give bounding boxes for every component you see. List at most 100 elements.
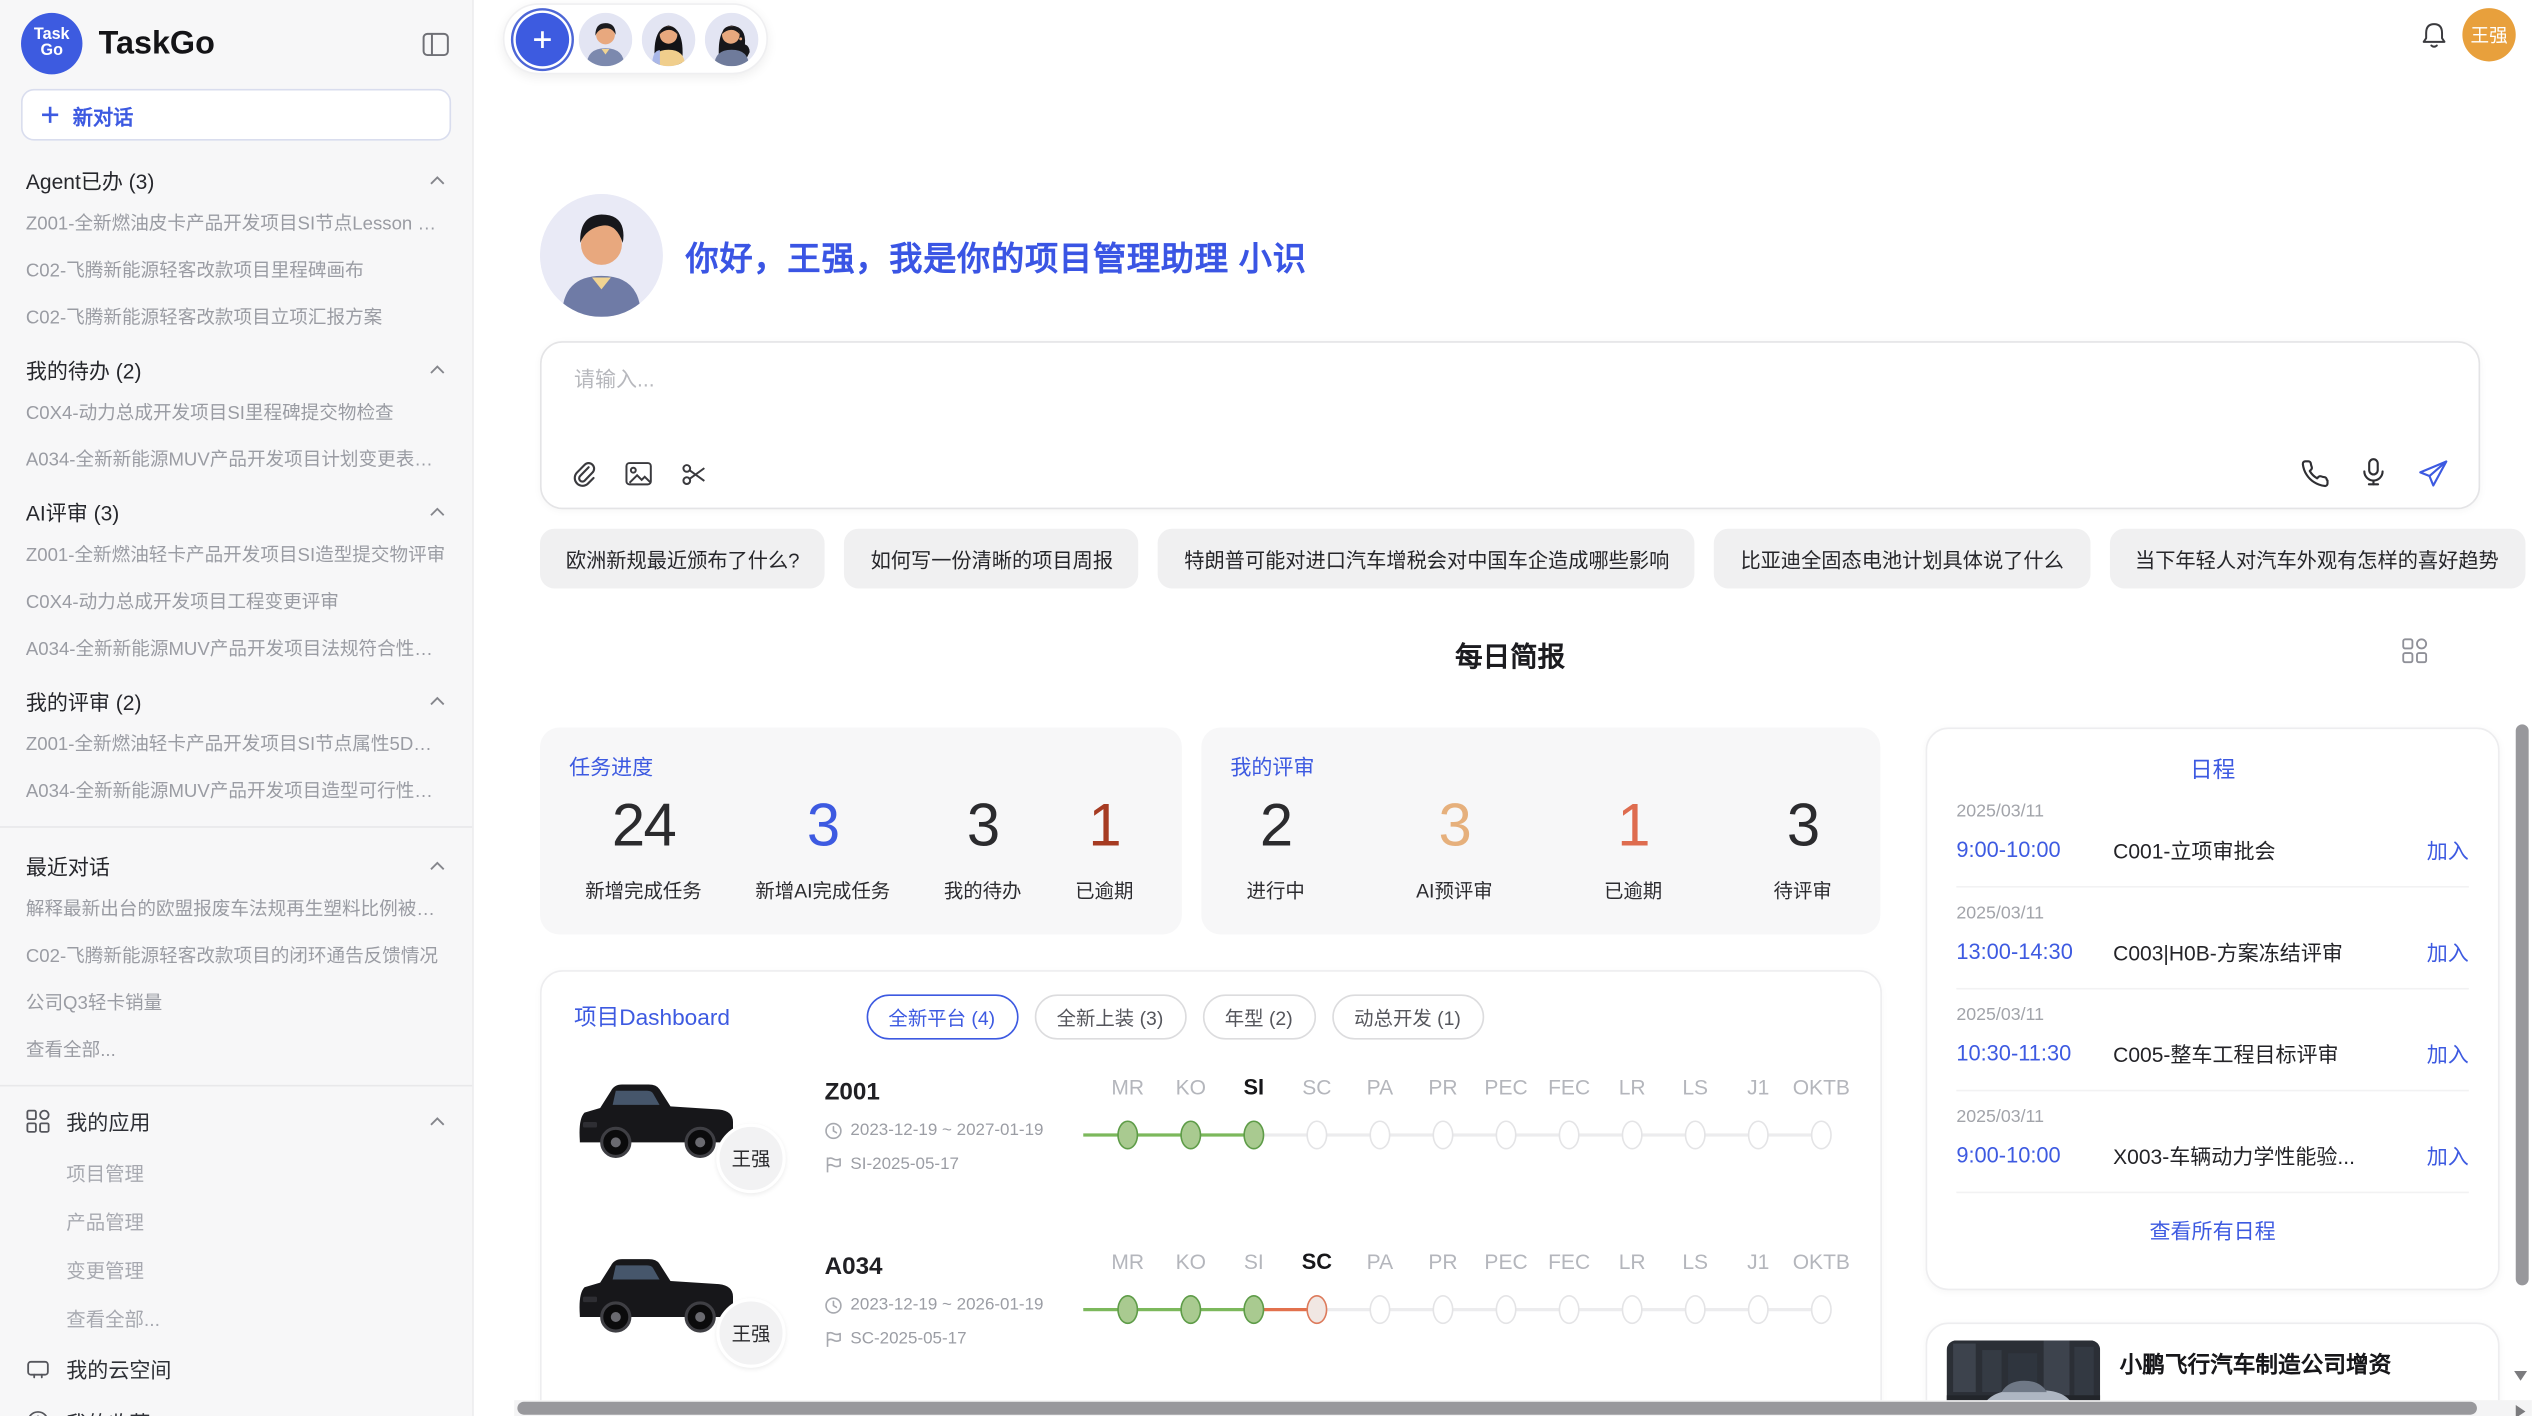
project-info: A0342023-12-19 ~ 2026-01-19SC-2025-05-17	[825, 1240, 1097, 1389]
milestone-node[interactable]	[1180, 1295, 1201, 1324]
suggestion-chip[interactable]: 特朗普可能对进口汽车增税会对中国车企造成哪些影响	[1158, 529, 1695, 589]
app-sub-item[interactable]: 产品管理	[0, 1196, 472, 1245]
sidebar-item[interactable]: A034-全新新能源MUV产品开发项目造型可行性评审	[0, 766, 472, 813]
apps-view-all-link[interactable]: 查看全部...	[0, 1293, 472, 1342]
user-avatar[interactable]: 王强	[2462, 8, 2515, 61]
milestone-node[interactable]	[1559, 1120, 1580, 1149]
stat-label: AI预评审	[1416, 876, 1493, 903]
sidebar-section-label[interactable]: Agent已办 (3)	[0, 150, 472, 199]
sidebar-recent: 最近对话解释最新出台的欧盟报废车法规再生塑料比例被调至15%...C02-飞腾新…	[0, 836, 472, 1072]
milestone-node[interactable]	[1748, 1295, 1769, 1324]
sidebar-section-label[interactable]: 我的评审 (2)	[0, 671, 472, 720]
scroll-right-arrow[interactable]	[2516, 1404, 2526, 1416]
milestone-node[interactable]	[1559, 1295, 1580, 1324]
milestone-node[interactable]	[1117, 1295, 1138, 1324]
sidebar-item[interactable]: C02-飞腾新能源轻客改款项目立项汇报方案	[0, 293, 472, 340]
sidebar-section-label[interactable]: AI评审 (3)	[0, 482, 472, 531]
sidebar-item-cloud-space[interactable]: 我的云空间	[0, 1342, 472, 1395]
sidebar-item[interactable]: A034-全新新能源MUV产品开发项目法规符合性评审	[0, 624, 472, 671]
dashboard-filter-tab[interactable]: 全新平台 (4)	[866, 994, 1018, 1039]
sidebar-section-label[interactable]: 我的待办 (2)	[0, 340, 472, 389]
sidebar-item[interactable]: C0X4-动力总成开发项目SI里程碑提交物检查	[0, 388, 472, 435]
milestone-node[interactable]	[1811, 1120, 1832, 1149]
milestone-node[interactable]	[1369, 1295, 1390, 1324]
project-flag: SI-2025-05-17	[825, 1154, 1097, 1173]
sidebar-item-my-apps[interactable]: 我的应用	[0, 1095, 472, 1148]
sidebar-item[interactable]: C02-飞腾新能源轻客改款项目里程碑画布	[0, 246, 472, 293]
milestone-node[interactable]	[1685, 1295, 1706, 1324]
suggestion-chip[interactable]: 欧洲新规最近颁布了什么?	[540, 529, 825, 589]
milestone-node[interactable]	[1432, 1295, 1453, 1324]
horizontal-scrollbar-thumb[interactable]	[517, 1402, 2477, 1415]
section-label-text: AI评审 (3)	[26, 496, 119, 527]
milestone: PR	[1411, 1072, 1474, 1150]
dashboard-filter-tab[interactable]: 年型 (2)	[1202, 994, 1315, 1039]
milestone-label: LS	[1664, 1072, 1727, 1104]
milestone-node[interactable]	[1306, 1120, 1327, 1149]
assistant-avatar-3[interactable]	[705, 12, 758, 65]
milestone-node[interactable]	[1496, 1120, 1517, 1149]
schedule-join-link[interactable]: 加入	[2427, 1140, 2469, 1171]
sidebar-collapse-icon[interactable]	[419, 28, 453, 59]
sidebar-item[interactable]: Z001-全新燃油轻卡产品开发项目SI造型提交物评审	[0, 530, 472, 577]
milestone-node[interactable]	[1811, 1295, 1832, 1324]
briefing-layout-icon[interactable]	[2401, 637, 2428, 664]
milestone-node[interactable]	[1243, 1120, 1264, 1149]
dashboard-filter-tab[interactable]: 全新上装 (3)	[1034, 994, 1186, 1039]
recent-chat-item[interactable]: 解释最新出台的欧盟报废车法规再生塑料比例被调至15%...	[0, 884, 472, 931]
schedule-item-main: 13:00-14:30C003|H0B-方案冻结评审加入	[1956, 936, 2469, 967]
vertical-scrollbar-thumb[interactable]	[2516, 724, 2529, 1285]
sidebar-item[interactable]: A034-全新新能源MUV产品开发项目计划变更表编写	[0, 435, 472, 482]
milestone-node[interactable]	[1117, 1120, 1138, 1149]
sidebar-recent-label[interactable]: 最近对话	[0, 836, 472, 885]
schedule-join-link[interactable]: 加入	[2427, 1038, 2469, 1069]
sidebar-item[interactable]: Z001-全新燃油皮卡产品开发项目SI节点Lesson Learn报告	[0, 199, 472, 246]
milestone-node[interactable]	[1685, 1120, 1706, 1149]
suggestion-chip[interactable]: 当下年轻人对汽车外观有怎样的喜好趋势	[2109, 529, 2525, 589]
milestone-node[interactable]	[1243, 1295, 1264, 1324]
dashboard-filter-tab[interactable]: 动总开发 (1)	[1332, 994, 1484, 1039]
project-code: A034	[825, 1253, 1097, 1280]
app-sub-item[interactable]: 项目管理	[0, 1148, 472, 1197]
milestone-node[interactable]	[1180, 1120, 1201, 1149]
chat-input[interactable]	[571, 365, 2450, 392]
view-all-schedule-link[interactable]: 查看所有日程	[1956, 1214, 2469, 1245]
new-chat-button[interactable]: 新对话	[21, 89, 451, 141]
assistant-avatar-2[interactable]	[642, 12, 695, 65]
milestone-node[interactable]	[1496, 1295, 1517, 1324]
chevron-up-icon	[428, 695, 446, 706]
milestone-label: KO	[1159, 1072, 1222, 1104]
scroll-down-arrow[interactable]	[2514, 1371, 2527, 1381]
milestone-node[interactable]	[1306, 1295, 1327, 1324]
sidebar-sections: Agent已办 (3)Z001-全新燃油皮卡产品开发项目SI节点Lesson L…	[0, 150, 472, 813]
send-icon[interactable]	[2417, 458, 2449, 487]
horizontal-scrollbar[interactable]	[514, 1400, 2532, 1416]
milestone-node[interactable]	[1369, 1120, 1390, 1149]
image-icon[interactable]	[624, 461, 653, 487]
milestone-node[interactable]	[1622, 1120, 1643, 1149]
milestone-node[interactable]	[1622, 1295, 1643, 1324]
milestone-node[interactable]	[1748, 1120, 1769, 1149]
recent-view-all-link[interactable]: 查看全部...	[0, 1025, 472, 1072]
add-assistant-button[interactable]	[516, 12, 569, 65]
milestone-node[interactable]	[1432, 1120, 1453, 1149]
recent-chat-item[interactable]: C02-飞腾新能源轻客改款项目的闭环通告反馈情况	[0, 931, 472, 978]
sidebar-item[interactable]: C0X4-动力总成开发项目工程变更评审	[0, 577, 472, 624]
assistant-avatar-1[interactable]	[579, 12, 632, 65]
suggestion-chip[interactable]: 如何写一份清晰的项目周报	[845, 529, 1139, 589]
milestone: LS	[1664, 1247, 1727, 1325]
chevron-up-icon	[428, 506, 446, 517]
scissors-icon[interactable]	[681, 460, 708, 487]
phone-icon[interactable]	[2301, 458, 2330, 487]
paperclip-icon[interactable]	[569, 459, 596, 488]
briefing-card-my-reviews: 我的评审2进行中3AI预评审1已逾期3待评审	[1201, 728, 1880, 935]
schedule-join-link[interactable]: 加入	[2427, 834, 2469, 865]
microphone-icon[interactable]	[2361, 458, 2387, 489]
notifications-bell-icon[interactable]	[2420, 21, 2447, 50]
suggestion-chip[interactable]: 比亚迪全固态电池计划具体说了什么	[1715, 529, 2090, 589]
recent-chat-item[interactable]: 公司Q3轻卡销量	[0, 978, 472, 1025]
schedule-join-link[interactable]: 加入	[2427, 936, 2469, 967]
sidebar-item[interactable]: Z001-全新燃油轻卡产品开发项目SI节点属性5D文件评审	[0, 719, 472, 766]
app-sub-item[interactable]: 变更管理	[0, 1245, 472, 1294]
sidebar-item-favorites[interactable]: 我的收藏	[0, 1395, 472, 1416]
